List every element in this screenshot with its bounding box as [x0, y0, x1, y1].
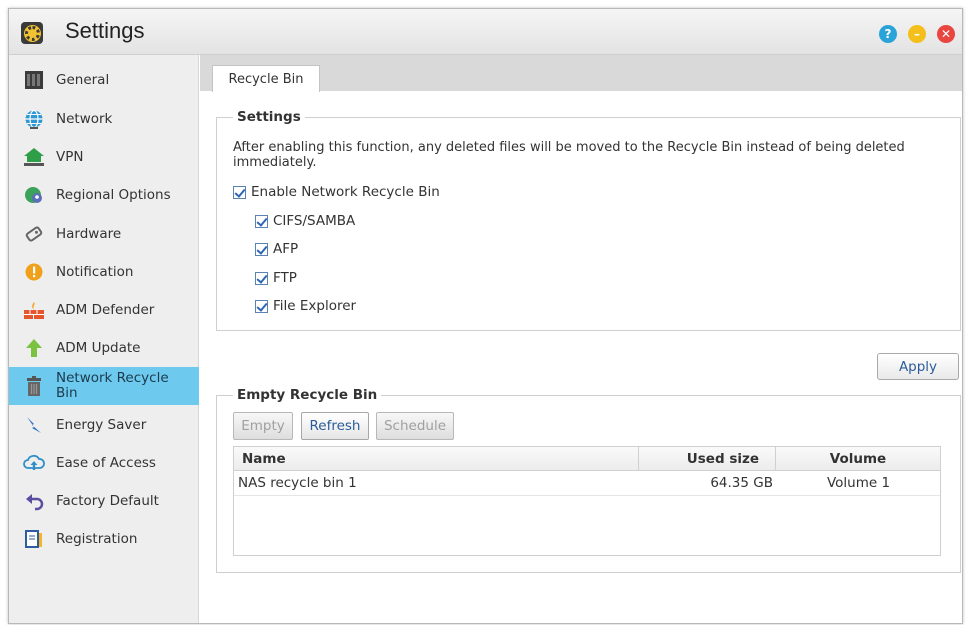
sidebar-item-label: General: [56, 71, 110, 88]
sidebar: General Network VPN Regional Options Har…: [9, 55, 199, 623]
apply-button[interactable]: Apply: [877, 353, 959, 380]
general-icon: [23, 69, 45, 91]
column-header-used-size[interactable]: Used size: [639, 447, 776, 471]
settings-gear-icon: [21, 22, 43, 44]
hardware-icon: [23, 223, 45, 245]
sidebar-item-label: Factory Default: [56, 492, 159, 509]
sidebar-item-label: VPN: [56, 148, 84, 165]
empty-recycle-bin-group: Empty Recycle Bin Empty Refresh Schedule…: [216, 387, 961, 573]
sidebar-item-network-recycle-bin[interactable]: Network Recycle Bin: [9, 367, 199, 405]
notification-icon: [23, 261, 45, 283]
window-title: Settings: [65, 18, 145, 43]
refresh-button[interactable]: Refresh: [301, 412, 369, 440]
settings-window: Settings ? – ✕ General Network VPN Regio…: [8, 8, 963, 624]
enable-recycle-bin-checkbox[interactable]: Enable Network Recycle Bin: [233, 184, 440, 200]
update-arrow-icon: [23, 337, 45, 359]
sidebar-item-general[interactable]: General: [9, 61, 199, 99]
schedule-button[interactable]: Schedule: [376, 412, 454, 440]
recycle-bin-table: Name Used size Volume NAS recycle bin 1 …: [233, 446, 941, 556]
sidebar-item-label: Network Recycle Bin: [56, 370, 169, 401]
sidebar-item-label: Registration: [56, 530, 138, 547]
sidebar-item-vpn[interactable]: VPN: [9, 138, 199, 176]
table-header: Name Used size Volume: [234, 447, 941, 471]
cifs-samba-label: CIFS/SAMBA: [273, 213, 356, 229]
clipboard-icon: [23, 528, 45, 550]
empty-button[interactable]: Empty: [233, 412, 293, 440]
sidebar-item-registration[interactable]: Registration: [9, 520, 199, 558]
main-content: Recycle Bin Settings After enabling this…: [200, 55, 962, 623]
cell-volume: Volume 1: [826, 475, 891, 491]
cloud-upload-icon: [23, 452, 45, 474]
column-header-volume[interactable]: Volume: [776, 447, 941, 471]
reset-arrow-icon: [23, 490, 45, 512]
sidebar-item-factory-default[interactable]: Factory Default: [9, 482, 199, 520]
sidebar-item-notification[interactable]: Notification: [9, 253, 199, 291]
sidebar-item-ease-of-access[interactable]: Ease of Access: [9, 444, 199, 482]
ftp-checkbox[interactable]: FTP: [255, 270, 297, 286]
table-row[interactable]: NAS recycle bin 1 64.35 GB Volume 1: [234, 471, 940, 496]
trash-icon: [23, 375, 45, 397]
file-explorer-label: File Explorer: [273, 298, 357, 314]
empty-recycle-bin-legend: Empty Recycle Bin: [233, 387, 382, 403]
cell-used-size: 64.35 GB: [710, 475, 773, 491]
vpn-icon: [23, 146, 45, 168]
checkbox-checked-icon: [255, 299, 268, 313]
tab-recycle-bin[interactable]: Recycle Bin: [212, 65, 320, 92]
help-button[interactable]: ?: [879, 25, 897, 43]
sidebar-item-hardware[interactable]: Hardware: [9, 215, 199, 253]
sidebar-item-label: Hardware: [56, 225, 122, 242]
file-explorer-checkbox[interactable]: File Explorer: [255, 298, 356, 314]
lightning-icon: [23, 414, 45, 436]
firewall-icon: [23, 299, 45, 321]
enable-recycle-bin-label: Enable Network Recycle Bin: [251, 184, 440, 200]
sidebar-item-label: ADM Update: [56, 339, 141, 356]
sidebar-item-network[interactable]: Network: [9, 100, 199, 138]
tab-bar: Recycle Bin: [200, 55, 962, 92]
checkbox-checked-icon: [255, 271, 268, 285]
checkbox-checked-icon: [255, 214, 268, 228]
close-button[interactable]: ✕: [937, 25, 955, 43]
sidebar-item-label: Notification: [56, 263, 134, 280]
checkbox-checked-icon: [233, 185, 246, 199]
minimize-button[interactable]: –: [908, 25, 926, 43]
settings-description: After enabling this function, any delete…: [233, 140, 905, 170]
sidebar-item-adm-defender[interactable]: ADM Defender: [9, 291, 199, 329]
sidebar-item-regional-options[interactable]: Regional Options: [9, 176, 199, 214]
checkbox-checked-icon: [255, 242, 268, 256]
cifs-samba-checkbox[interactable]: CIFS/SAMBA: [255, 213, 355, 229]
regional-icon: [23, 184, 45, 206]
cell-name: NAS recycle bin 1: [238, 475, 357, 491]
afp-label: AFP: [273, 241, 299, 257]
title-bar[interactable]: Settings ? – ✕: [9, 9, 962, 55]
sidebar-item-label: ADM Defender: [56, 301, 155, 318]
settings-legend: Settings: [233, 109, 305, 125]
afp-checkbox[interactable]: AFP: [255, 241, 298, 257]
sidebar-item-label: Ease of Access: [56, 454, 156, 471]
ftp-label: FTP: [273, 270, 297, 286]
settings-group: Settings After enabling this function, a…: [216, 109, 961, 331]
sidebar-item-label: Energy Saver: [56, 416, 147, 433]
sidebar-item-adm-update[interactable]: ADM Update: [9, 329, 199, 367]
sidebar-item-label: Regional Options: [56, 186, 171, 203]
globe-icon: [23, 108, 45, 130]
column-header-name[interactable]: Name: [234, 447, 639, 471]
sidebar-item-energy-saver[interactable]: Energy Saver: [9, 406, 199, 444]
sidebar-item-label: Network: [56, 110, 113, 127]
